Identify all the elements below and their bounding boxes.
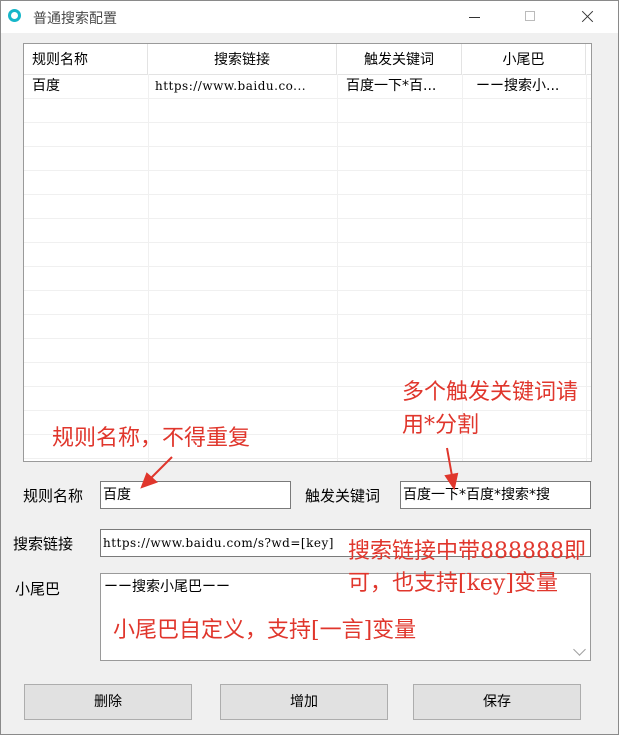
keywords-arrow-head [444, 472, 459, 491]
keywords-arrow [446, 447, 453, 477]
annotation-arrows [140, 447, 459, 491]
rule-name-arrow [149, 456, 173, 480]
